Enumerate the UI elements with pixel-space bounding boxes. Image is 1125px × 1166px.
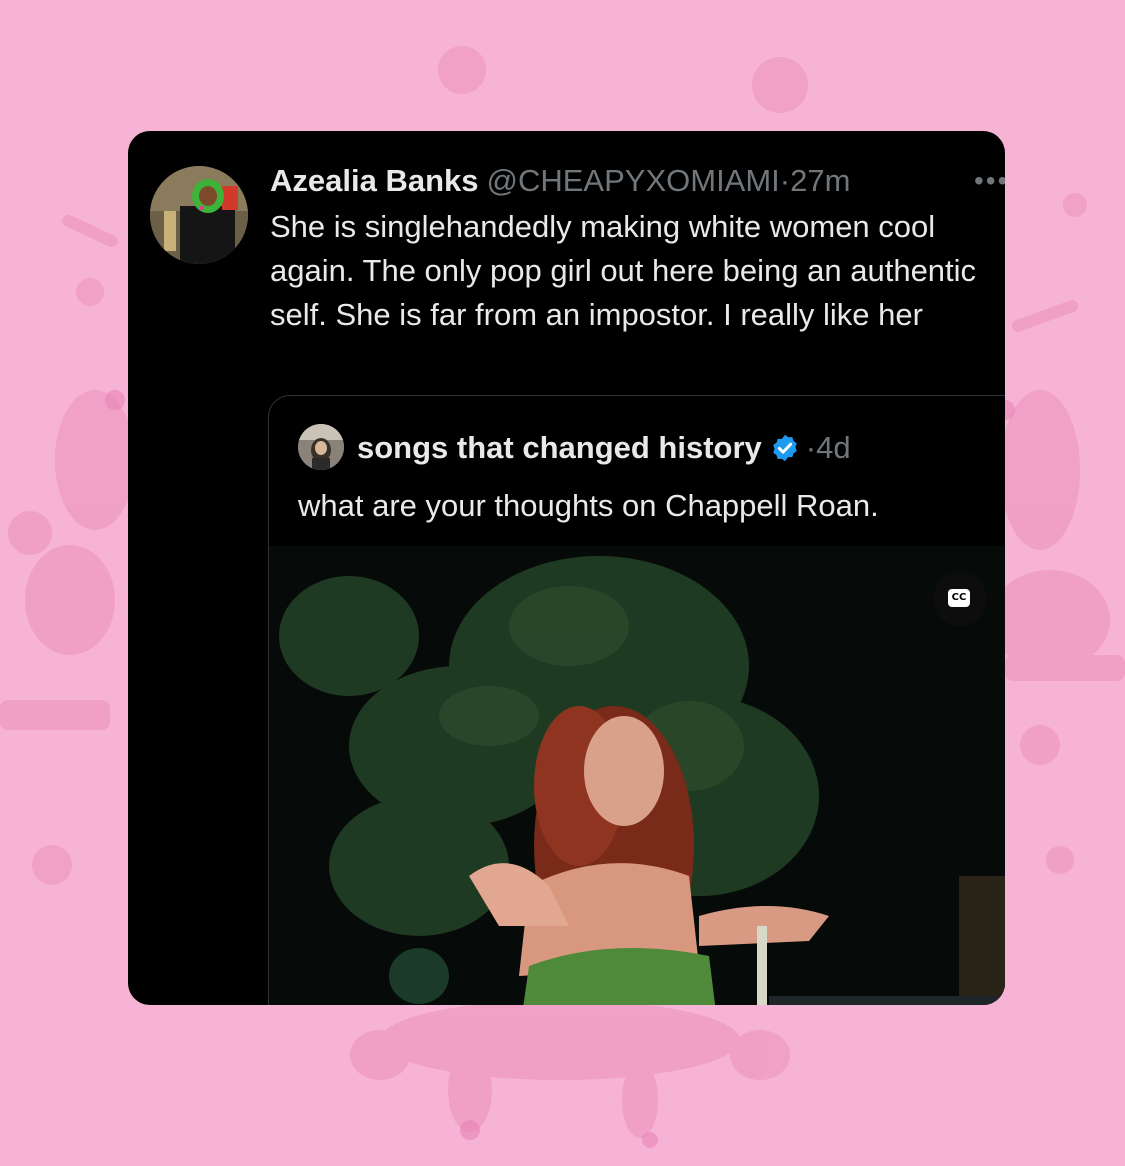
author-handle[interactable]: @CHEAPYXOMIAMI <box>487 163 780 198</box>
captions-icon: CC <box>948 589 970 607</box>
quote-author-avatar[interactable] <box>298 424 344 470</box>
tweet-header: Azealia Banks @CHEAPYXOMIAMI·27m <box>270 161 850 201</box>
captions-button[interactable]: CC <box>933 572 987 626</box>
author-name[interactable]: Azealia Banks <box>270 163 479 198</box>
more-horizontal-icon[interactable]: ••• <box>974 161 1005 201</box>
header-separator: · <box>779 163 791 198</box>
tweet-text: She is singlehandedly making white women… <box>270 209 977 332</box>
tweet-timestamp[interactable]: 27m <box>790 163 850 198</box>
quote-author-name[interactable]: songs that changed history <box>357 430 762 465</box>
quote-text: what are your thoughts on Chappell Roan. <box>298 488 879 523</box>
verified-badge-icon <box>773 434 797 462</box>
author-avatar[interactable] <box>150 166 248 264</box>
quoted-tweet[interactable]: songs that changed history ·4d what are y… <box>268 395 1005 1005</box>
video-frame <box>269 546 1005 1005</box>
quote-separator: · <box>805 430 817 465</box>
tweet-card[interactable]: Azealia Banks@CHEAPYXOMIAMI·27m ••• She … <box>128 131 1005 1005</box>
quote-video[interactable]: CC <box>269 546 1005 1005</box>
quote-timestamp[interactable]: 4d <box>816 430 850 465</box>
quote-header: songs that changed history ·4d <box>357 426 851 470</box>
